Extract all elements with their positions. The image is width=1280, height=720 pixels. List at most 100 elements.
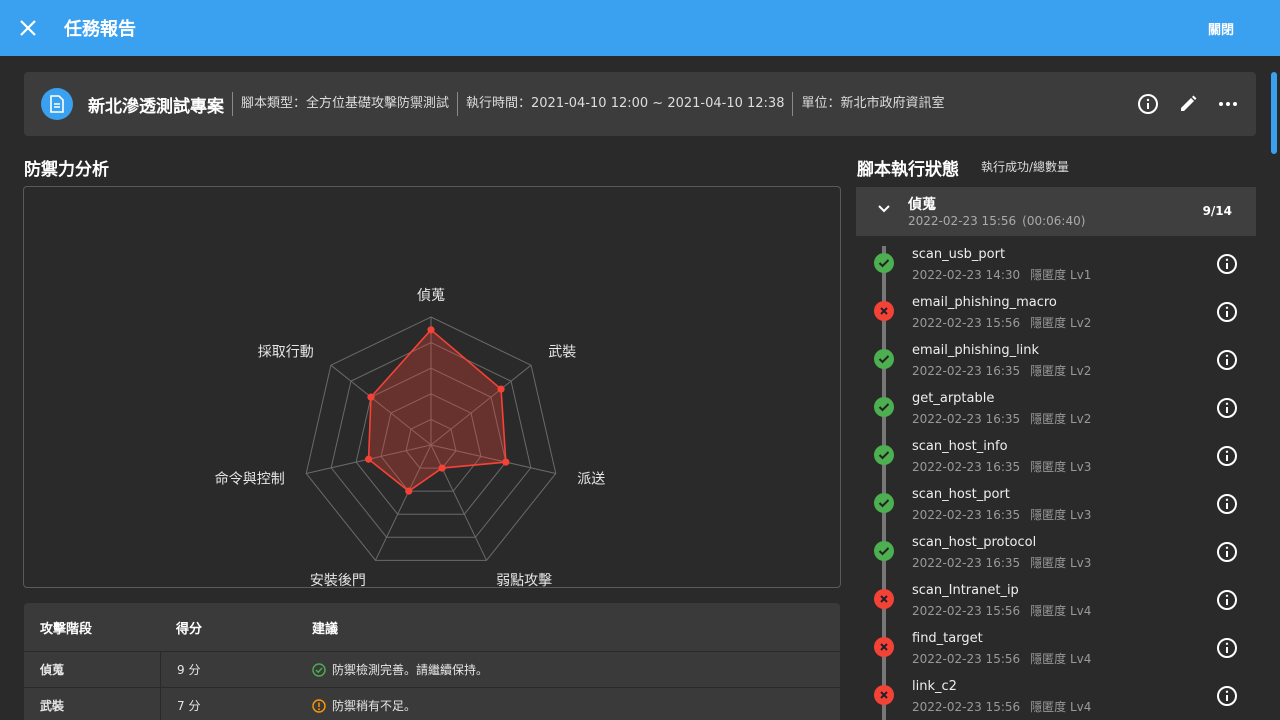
header-actions [1136, 92, 1240, 116]
stage-cell: 偵蒐 [40, 663, 65, 677]
radar-data-point [367, 393, 375, 401]
task-name: find_target [912, 631, 983, 646]
task-meta: 2022-02-23 14:30 隱匿度 Lv1 [912, 266, 1091, 283]
radar-category-label: 命令與控制 [215, 470, 285, 487]
radar-category-label: 弱點攻擊 [496, 572, 552, 589]
scrollbar[interactable] [1268, 56, 1280, 720]
advice-cell: 防禦稍有不足。 [296, 697, 840, 714]
task-item: email_phishing_macro 2022-02-23 15:56 隱匿度 … [856, 288, 1256, 336]
warning-circle-icon [312, 698, 326, 713]
task-level: 隱匿度 Lv2 [1030, 412, 1092, 426]
radar-chart-card: 偵蒐 武裝 派送 弱點攻擊 安裝後門 命令與控制 採取行動 [23, 186, 841, 589]
task-meta: 2022-02-23 16:35 隱匿度 Lv3 [912, 554, 1091, 571]
radar-data-point [502, 458, 510, 466]
radar-category-label: 武裝 [548, 344, 576, 360]
info-icon[interactable] [1136, 92, 1160, 116]
info-icon[interactable] [1215, 588, 1239, 612]
radar-data-point [438, 464, 446, 472]
success-icon [874, 349, 894, 369]
task-level: 隱匿度 Lv3 [1030, 508, 1092, 522]
task-meta: 2022-02-23 15:56 隱匿度 Lv4 [912, 650, 1091, 667]
scrollbar-thumb[interactable] [1271, 72, 1277, 154]
table-header-row: 攻擊階段 得分 建議 [24, 603, 840, 651]
stage-group-header[interactable]: 偵蒐 2022-02-23 15:56 (00:06:40) 9/14 [856, 187, 1256, 236]
task-item: scan_Intranet_ip 2022-02-23 15:56 隱匿度 Lv4 [856, 576, 1256, 624]
radar-category-label: 派送 [577, 471, 605, 487]
header-advice: 建議 [312, 621, 339, 637]
failure-icon [874, 589, 894, 609]
task-level: 隱匿度 Lv3 [1030, 556, 1092, 570]
info-icon[interactable] [1215, 396, 1239, 420]
group-count: 9/14 [1202, 204, 1232, 218]
task-time: 2022-02-23 16:35 [912, 556, 1021, 570]
task-time: 2022-02-23 15:56 [912, 652, 1021, 666]
task-name: link_c2 [912, 679, 957, 694]
script-type: 腳本類型：全方位基礎攻擊防禦測試 [232, 92, 457, 116]
task-item: find_target 2022-02-23 15:56 隱匿度 Lv4 [856, 624, 1256, 672]
task-item: scan_usb_port 2022-02-23 14:30 隱匿度 Lv1 [856, 240, 1256, 288]
radar-series-area [367, 328, 507, 493]
task-time: 2022-02-23 14:30 [912, 268, 1021, 282]
script-status-title: 腳本執行狀態 [857, 160, 959, 180]
info-icon[interactable] [1215, 300, 1239, 324]
edit-icon[interactable] [1176, 92, 1200, 116]
execution-time: 執行時間：2021-04-10 12:00 ~ 2021-04-10 12:38 [457, 92, 792, 116]
radar-category-label: 採取行動 [258, 344, 314, 360]
task-meta: 2022-02-23 16:35 隱匿度 Lv2 [912, 362, 1091, 379]
task-item: scan_host_info 2022-02-23 16:35 隱匿度 Lv3 [856, 432, 1256, 480]
info-icon[interactable] [1215, 540, 1239, 564]
success-icon [874, 253, 894, 273]
task-item: link_c2 2022-02-23 15:56 隱匿度 Lv4 [856, 672, 1256, 720]
task-level: 隱匿度 Lv2 [1030, 364, 1092, 378]
task-time: 2022-02-23 16:35 [912, 364, 1021, 378]
header-score: 得分 [176, 621, 203, 637]
task-item: get_arptable 2022-02-23 16:35 隱匿度 Lv2 [856, 384, 1256, 432]
task-level: 隱匿度 Lv3 [1030, 460, 1092, 474]
task-name: scan_host_protocol [912, 535, 1037, 550]
task-meta: 2022-02-23 15:56 隱匿度 Lv2 [912, 314, 1091, 331]
report-content: 新北滲透測試專案 腳本類型：全方位基礎攻擊防禦測試 執行時間：2021-04-1… [0, 56, 1268, 720]
task-level: 隱匿度 Lv2 [1030, 316, 1092, 330]
task-name: scan_host_info [912, 439, 1008, 454]
info-icon[interactable] [1215, 252, 1239, 276]
info-icon[interactable] [1215, 636, 1239, 660]
more-icon[interactable] [1216, 92, 1240, 116]
task-name: email_phishing_macro [912, 295, 1057, 310]
task-time: 2022-02-23 16:35 [912, 460, 1021, 474]
document-icon [41, 88, 73, 120]
page-title: 任務報告 [64, 19, 136, 40]
info-icon[interactable] [1215, 444, 1239, 468]
score-table: 攻擊階段 得分 建議 偵蒐 9 分 防禦檢測完善。請繼續保持。 武裝 7 分 防… [24, 603, 840, 720]
score-cell: 9 分 [160, 652, 296, 687]
success-icon [874, 493, 894, 513]
task-name: scan_host_port [912, 487, 1010, 502]
success-icon [874, 541, 894, 561]
failure-icon [874, 685, 894, 705]
project-name: 新北滲透測試專案 [88, 96, 224, 117]
success-icon [874, 445, 894, 465]
info-icon[interactable] [1215, 684, 1239, 708]
group-time: 2022-02-23 15:56 (00:06:40) [908, 214, 1085, 228]
task-name: scan_Intranet_ip [912, 583, 1019, 598]
task-level: 隱匿度 Lv4 [1030, 652, 1092, 666]
task-time: 2022-02-23 15:56 [912, 604, 1021, 618]
header-stage: 攻擊階段 [40, 621, 93, 637]
close-button[interactable]: 關閉 [1208, 19, 1234, 38]
chevron-down-icon[interactable] [876, 201, 892, 217]
advice-text: 防禦稍有不足。 [332, 699, 417, 713]
check-circle-icon [312, 662, 326, 677]
task-name: get_arptable [912, 391, 995, 406]
project-header: 新北滲透測試專案 腳本類型：全方位基礎攻擊防禦測試 執行時間：2021-04-1… [24, 72, 1256, 136]
info-icon[interactable] [1215, 348, 1239, 372]
info-icon[interactable] [1215, 492, 1239, 516]
close-icon[interactable] [0, 0, 56, 56]
radar-category-label: 偵蒐 [417, 288, 445, 304]
task-level: 隱匿度 Lv1 [1030, 268, 1092, 282]
task-item: scan_host_protocol 2022-02-23 16:35 隱匿度 Lv… [856, 528, 1256, 576]
task-level: 隱匿度 Lv4 [1030, 604, 1092, 618]
task-meta: 2022-02-23 16:35 隱匿度 Lv3 [912, 506, 1091, 523]
group-name: 偵蒐 [908, 197, 936, 213]
task-time: 2022-02-23 15:56 [912, 700, 1021, 714]
radar-data-point [497, 385, 505, 393]
success-icon [874, 397, 894, 417]
